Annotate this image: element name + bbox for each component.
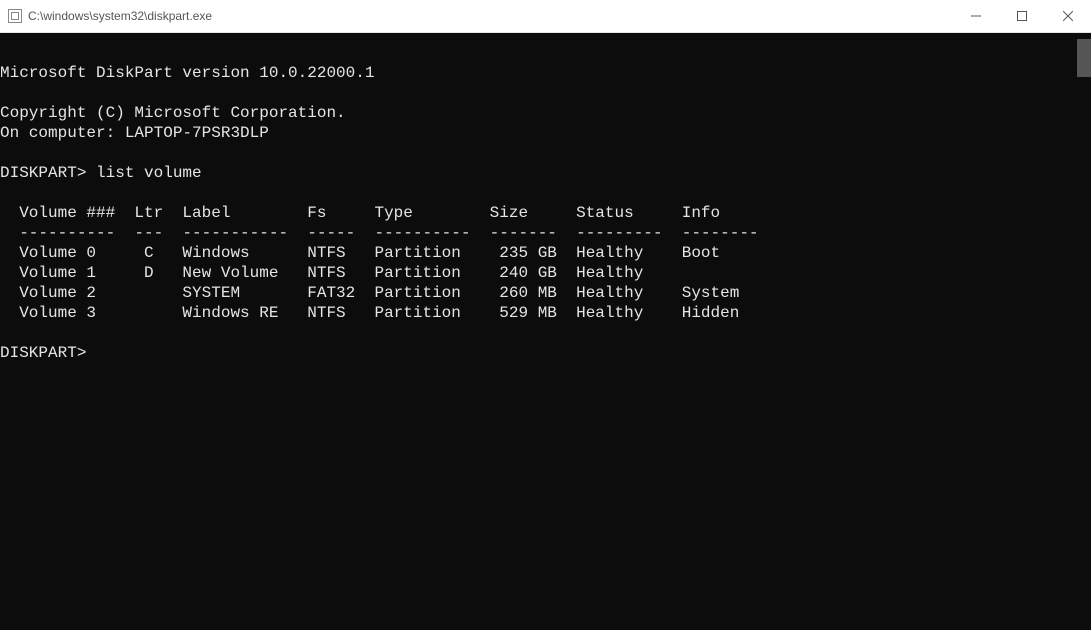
table-row: Volume 2 SYSTEM FAT32 Partition 260 MB H…	[0, 284, 739, 302]
prompt-line: DISKPART> list volume	[0, 164, 202, 182]
table-divider: ---------- --- ----------- ----- -------…	[0, 224, 759, 242]
table-row: Volume 1 D New Volume NTFS Partition 240…	[0, 264, 643, 282]
prompt-line: DISKPART>	[0, 344, 86, 362]
titlebar-left: C:\windows\system32\diskpart.exe	[8, 9, 212, 23]
app-icon	[8, 9, 22, 23]
close-button[interactable]	[1045, 0, 1091, 32]
table-row: Volume 3 Windows RE NTFS Partition 529 M…	[0, 304, 739, 322]
maximize-icon	[1017, 11, 1027, 21]
table-header: Volume ### Ltr Label Fs Type Size Status…	[0, 204, 720, 222]
terminal-area[interactable]: Microsoft DiskPart version 10.0.22000.1 …	[0, 33, 1091, 630]
output-line: On computer: LAPTOP-7PSR3DLP	[0, 124, 269, 142]
close-icon	[1063, 11, 1073, 21]
window-title: C:\windows\system32\diskpart.exe	[28, 9, 212, 23]
titlebar[interactable]: C:\windows\system32\diskpart.exe	[0, 0, 1091, 33]
table-row: Volume 0 C Windows NTFS Partition 235 GB…	[0, 244, 720, 262]
terminal-output: Microsoft DiskPart version 10.0.22000.1 …	[0, 33, 1091, 363]
scrollbar-thumb[interactable]	[1077, 39, 1091, 77]
window-controls	[953, 0, 1091, 32]
app-window: C:\windows\system32\diskpart.exe	[0, 0, 1091, 630]
minimize-icon	[971, 11, 981, 21]
output-line: Copyright (C) Microsoft Corporation.	[0, 104, 346, 122]
maximize-button[interactable]	[999, 0, 1045, 32]
minimize-button[interactable]	[953, 0, 999, 32]
output-line: Microsoft DiskPart version 10.0.22000.1	[0, 64, 374, 82]
